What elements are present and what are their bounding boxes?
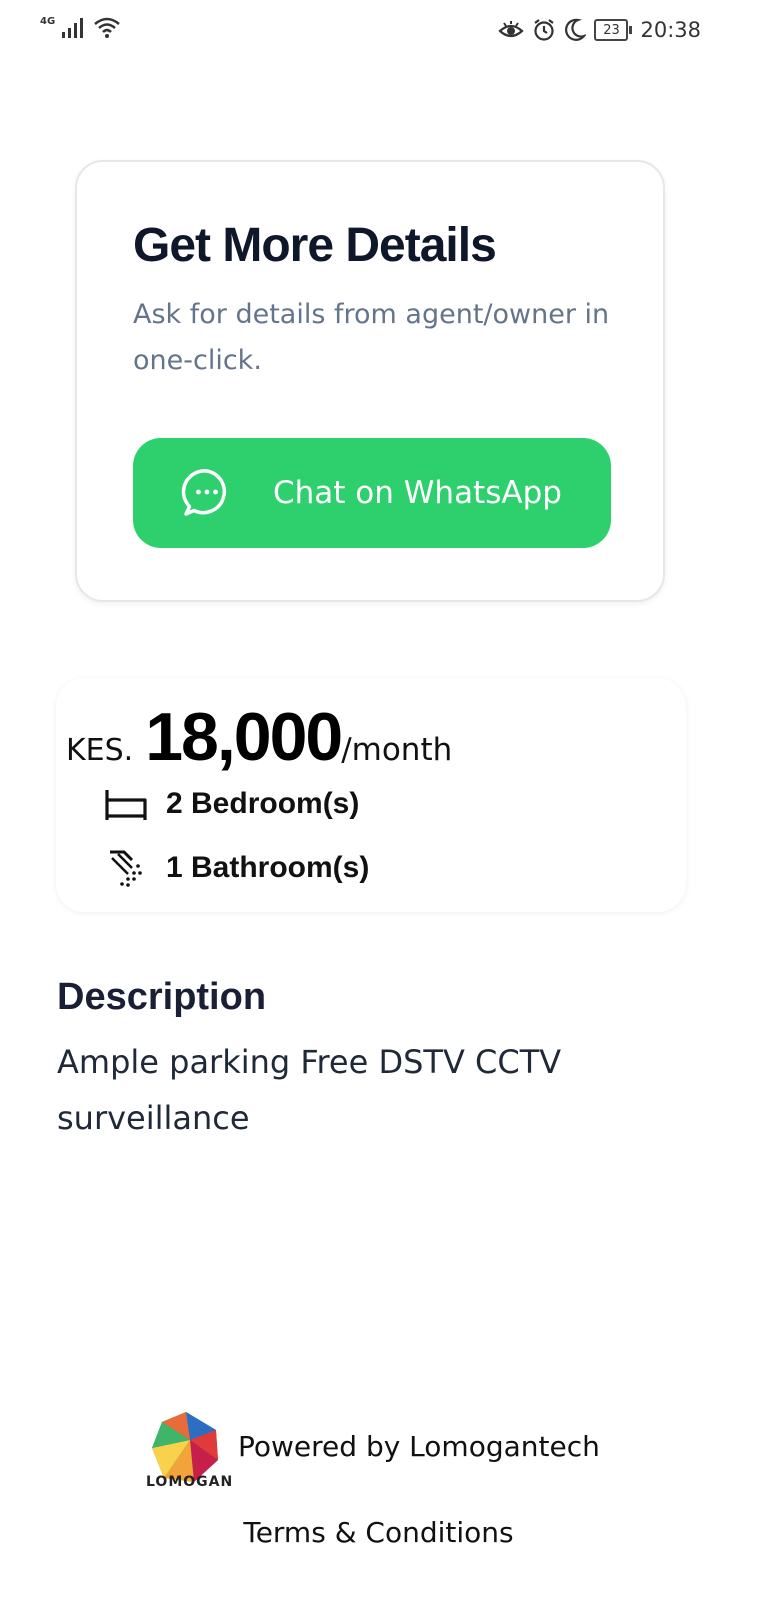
- network-type: 4G: [40, 15, 56, 27]
- status-right: 23 20:38: [498, 18, 701, 42]
- wifi-icon: [94, 17, 120, 38]
- bathrooms-row: 1 Bathroom(s): [104, 846, 369, 890]
- price-currency: KES.: [66, 733, 134, 768]
- price-period: /month: [341, 732, 453, 768]
- shower-icon: [110, 850, 142, 887]
- battery-indicator: 23: [594, 19, 633, 41]
- description-text: Ample parking Free DSTV CCTV surveillanc…: [57, 1043, 562, 1137]
- battery-tip: [629, 26, 633, 34]
- chat-whatsapp-button[interactable]: Chat on WhatsApp: [133, 438, 611, 548]
- powered-by-link[interactable]: Powered by Lomogantech: [238, 1430, 600, 1463]
- details-subtitle: Ask for details from agent/owner in one-…: [133, 299, 610, 376]
- clock: 20:38: [640, 18, 701, 42]
- listing-summary-card: KES. 18,000 /month 2 Bedroom(s) 1 Bathro…: [56, 678, 686, 912]
- status-bar: 4G 23 20:38: [0, 0, 757, 64]
- moon-icon: [565, 18, 587, 41]
- details-title: Get More Details: [133, 219, 497, 272]
- chat-whatsapp-label: Chat on WhatsApp: [273, 475, 562, 511]
- status-left: 4G: [40, 14, 121, 40]
- bedrooms-text: 2 Bedroom(s): [166, 787, 360, 820]
- logo-wordmark: LOMOGAN: [146, 1474, 234, 1490]
- bed-icon: [105, 790, 147, 820]
- alarm-icon: [534, 19, 555, 41]
- signal-icon: [62, 18, 84, 38]
- battery-level: 23: [594, 19, 629, 41]
- price-line: KES. 18,000 /month: [66, 698, 452, 776]
- get-details-card: Get More Details Ask for details from ag…: [75, 160, 665, 602]
- chat-bubble-icon: [181, 469, 227, 516]
- price-amount: 18,000: [145, 699, 343, 775]
- bathrooms-text: 1 Bathroom(s): [166, 851, 370, 884]
- terms-conditions-link[interactable]: Terms & Conditions: [0, 1516, 757, 1549]
- eye-icon: [498, 21, 525, 38]
- description-heading: Description: [57, 976, 267, 1018]
- bedrooms-row: 2 Bedroom(s): [104, 782, 359, 826]
